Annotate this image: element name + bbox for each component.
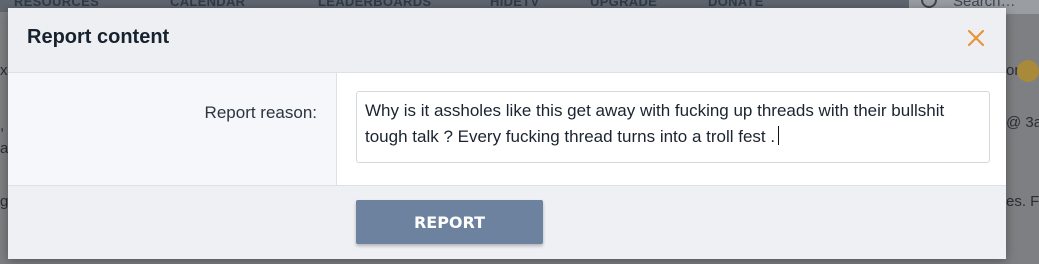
- background-text-fragment: es. F: [1006, 193, 1039, 210]
- label-column: Report reason:: [8, 73, 337, 185]
- close-button[interactable]: [966, 28, 986, 48]
- report-button[interactable]: REPORT: [356, 200, 543, 244]
- close-icon: [967, 29, 985, 47]
- background-text-fragment: @ 3a: [1006, 114, 1039, 131]
- background-text-fragment: x: [0, 62, 8, 79]
- modal-body: Report reason: Why is it assholes like t…: [8, 73, 1006, 186]
- text-caret: [778, 126, 780, 145]
- background-text-fragment: ,: [0, 117, 5, 134]
- report-reason-text: Why is it assholes like this get away wi…: [365, 101, 945, 146]
- report-reason-label: Report reason:: [204, 103, 317, 122]
- modal-title: Report content: [27, 26, 170, 48]
- report-reason-field[interactable]: Why is it assholes like this get away wi…: [356, 91, 990, 163]
- report-content-modal: Report content Report reason: Why is it …: [8, 8, 1006, 259]
- search-icon: [921, 0, 937, 8]
- laughing-emoji-icon: [1017, 60, 1039, 82]
- modal-header: Report content: [8, 8, 1006, 73]
